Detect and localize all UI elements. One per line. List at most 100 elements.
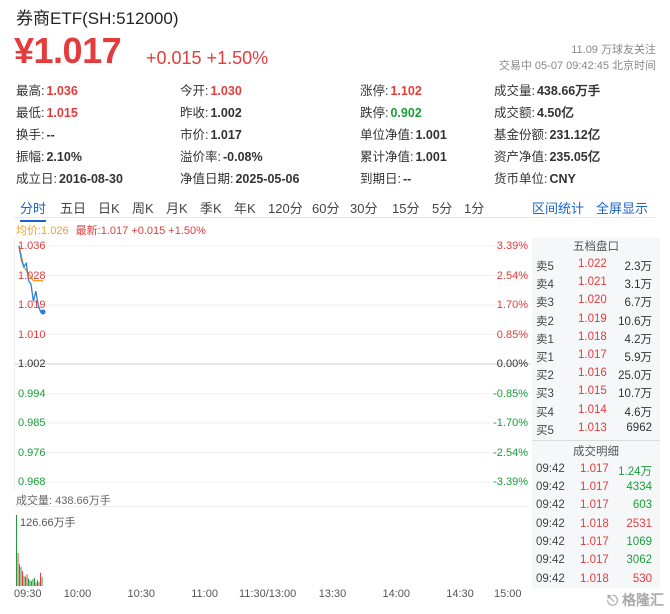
trade-row: 09:42 1.017 3062 [532, 552, 660, 570]
current-price: ¥1.017 [14, 30, 122, 71]
trading-status: 交易中 05-07 09:42:45 北京时间 [498, 60, 656, 72]
tab-yearly-k[interactable]: 年K [234, 198, 256, 217]
tab-15min[interactable]: 15分 [392, 198, 419, 217]
volume-bar [22, 571, 23, 586]
orderbook-volume: 10.6万 [618, 315, 652, 328]
fullscreen-button[interactable]: 全屏显示 [596, 198, 648, 217]
y-tick-left: 0.976 [18, 446, 46, 459]
trade-row: 09:42 1.018 2531 [532, 516, 660, 534]
trade-time: 09:42 [536, 462, 565, 475]
volume-bar [28, 578, 29, 586]
tab-30min[interactable]: 30分 [350, 198, 377, 217]
orderbook-volume: 4.2万 [624, 333, 653, 346]
orderbook-row: 卖1 1.018 4.2万 [532, 329, 660, 347]
time-axis: 09:30 10:00 10:30 11:00 11:30/13:00 13:30 14:0… [14, 588, 530, 606]
stat-label: 基金份额: [494, 128, 548, 142]
trade-price: 1.017 [580, 481, 609, 494]
y-tick-right: -0.85% [493, 387, 528, 400]
tab-quarterly-k[interactable]: 季K [200, 198, 222, 217]
trade-time: 09:42 [536, 481, 565, 494]
tab-1min[interactable]: 1分 [464, 198, 484, 217]
stat-nav-date: 2025-05-06 [235, 172, 300, 186]
orderbook-price: 1.019 [578, 312, 607, 325]
trade-row: 09:42 1.018 530 [532, 571, 660, 589]
orderbook-row: 卖5 1.022 2.3万 [532, 256, 660, 274]
volume-bar [29, 580, 31, 586]
trade-volume: 3062 [626, 554, 652, 567]
tab-daily-k[interactable]: 日K [98, 198, 120, 217]
volume-chart[interactable] [14, 506, 530, 586]
time-tick: 14:30 [446, 588, 474, 600]
trade-price: 1.017 [580, 462, 609, 475]
trade-row: 09:42 1.017 1.24万 [532, 461, 660, 479]
intraday-chart[interactable] [14, 238, 531, 490]
trade-volume: 1.24万 [618, 465, 652, 478]
tab-5min[interactable]: 5分 [432, 198, 452, 217]
stat-expiry: -- [402, 172, 412, 186]
trade-price: 1.018 [580, 572, 609, 585]
stat-amount: 4.50亿 [536, 106, 574, 120]
stat-currency: CNY [549, 172, 576, 186]
time-tick: 15:00 [494, 588, 522, 600]
stat-label: 累计净值: [360, 150, 414, 164]
orderbook-level: 买2 [536, 370, 554, 383]
stat-limit-up: 1.102 [390, 84, 422, 98]
orderbook-row: 买4 1.014 4.6万 [532, 402, 660, 420]
trade-time: 09:42 [536, 572, 565, 585]
stat-label: 换手: [16, 128, 45, 142]
stat-label: 最低: [16, 106, 45, 120]
orderbook-price: 1.020 [578, 294, 607, 307]
trade-price: 1.017 [580, 499, 609, 512]
volume-bar [20, 567, 22, 586]
followers-count[interactable]: 11.09 万球友关注 [499, 42, 656, 58]
stat-label: 溢价率: [180, 150, 221, 164]
orderbook-price: 1.017 [578, 348, 607, 361]
orderbook-level: 卖4 [536, 279, 554, 292]
tab-five-day[interactable]: 五日 [60, 198, 86, 217]
trade-volume: 2531 [626, 517, 652, 530]
orderbook-price: 1.014 [578, 403, 607, 416]
divider [532, 439, 660, 441]
trade-time: 09:42 [536, 554, 565, 567]
y-tick-left: 0.968 [18, 476, 46, 488]
orderbook-price: 1.016 [578, 367, 607, 380]
orderbook-volume: 5.9万 [624, 351, 653, 364]
stat-label: 昨收: [180, 106, 209, 120]
y-tick-right: 2.54% [496, 269, 528, 282]
stat-label: 成交量: [494, 84, 535, 98]
stat-unit-nav: 1.001 [415, 128, 447, 142]
tab-60min[interactable]: 60分 [312, 198, 339, 217]
y-tick-right: 1.70% [496, 299, 528, 311]
time-tick: 09:30 [14, 588, 42, 600]
orderbook-row: 买1 1.017 5.9万 [532, 347, 660, 365]
chart-info: 均价:1.026 最新:1.017 +0.015 +1.50% [16, 222, 206, 238]
orderbook-row: 卖2 1.019 10.6万 [532, 311, 660, 329]
stat-label: 市价: [180, 128, 209, 142]
orderbook-volume: 10.7万 [618, 388, 652, 401]
stat-label: 成立日: [16, 172, 57, 186]
stat-prev-close: 1.002 [210, 106, 242, 120]
watermark-text: 格隆汇 [622, 592, 664, 608]
stat-label: 振幅: [16, 150, 45, 164]
orderbook-price: 1.022 [578, 258, 607, 270]
time-tick: 11:00 [191, 588, 218, 600]
stat-turnover: -- [46, 128, 55, 142]
trade-time: 09:42 [536, 517, 565, 530]
stat-high: 1.036 [46, 84, 78, 98]
trade-row: 09:42 1.017 4334 [532, 479, 660, 497]
y-tick-right: -1.70% [493, 417, 528, 429]
tab-120min[interactable]: 120分 [268, 198, 303, 217]
range-stats-button[interactable]: 区间统计 [532, 198, 584, 217]
y-tick-left: 1.010 [18, 328, 46, 341]
stat-net-assets: 235.05亿 [549, 150, 601, 164]
stat-founded: 2016-08-30 [58, 172, 123, 186]
tab-weekly-k[interactable]: 周K [132, 198, 154, 217]
orderbook-volume: 25.0万 [618, 370, 652, 383]
time-tick: 10:00 [63, 588, 92, 600]
y-tick-left: 1.002 [18, 358, 46, 370]
tab-monthly-k[interactable]: 月K [166, 198, 188, 217]
tab-intraday[interactable]: 分时 [20, 198, 47, 222]
watermark-logo: ⎋ 格隆汇 [607, 592, 664, 608]
trade-volume: 4334 [626, 481, 652, 494]
volume-bar [34, 577, 35, 586]
